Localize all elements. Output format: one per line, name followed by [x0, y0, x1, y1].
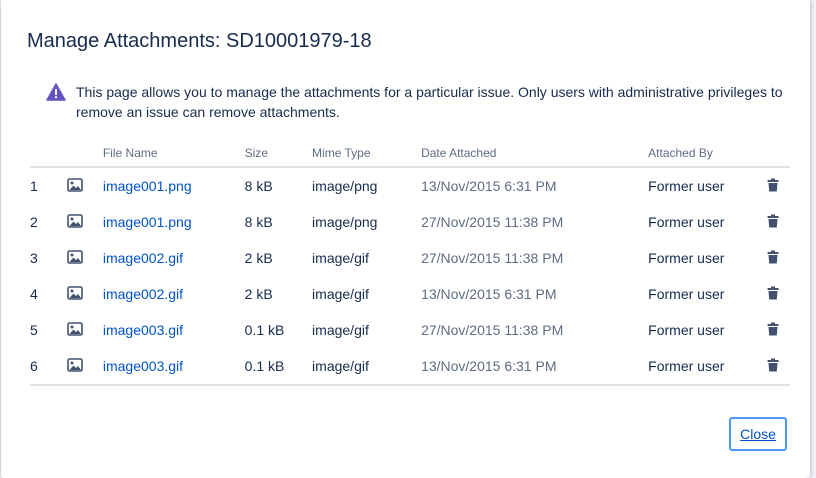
- header-index: [30, 140, 68, 168]
- header-date-attached: Date Attached: [421, 140, 649, 168]
- row-index: 4: [30, 286, 38, 302]
- date-text: 27/Nov/2015 11:38 PM: [421, 214, 564, 230]
- row-file-name-cell: image002.gif: [103, 276, 245, 312]
- row-mime-type: image/png: [312, 214, 378, 230]
- row-mime-type: image/gif: [312, 286, 369, 302]
- row-date-attached: 27/Nov/2015 11:38 PM: [421, 204, 648, 240]
- row-attached-by: Former user: [648, 348, 768, 386]
- row-size: 0.1 kB: [244, 348, 313, 386]
- close-button[interactable]: Close: [729, 417, 787, 451]
- dialog-title: Manage Attachments: SD10001979-18: [27, 30, 372, 52]
- info-notice: This page allows you to manage the attac…: [46, 82, 786, 122]
- date-text: 13/Nov/2015 6:31 PM: [421, 358, 557, 374]
- header-delete: [767, 140, 790, 168]
- row-thumbnail-cell: [67, 312, 103, 348]
- attachment-file-link[interactable]: image002.gif: [103, 250, 183, 266]
- row-date-attached: 13/Nov/2015 6:31 PM: [421, 276, 648, 312]
- row-attached-by: Former user: [648, 178, 725, 194]
- table-row: 6 image003.gif 0.1 kB image/gif 13/Nov/2…: [30, 348, 790, 386]
- row-file-name-cell: image003.gif: [102, 348, 245, 386]
- table-row: 3 image002.gif 2 kB image/gif 27/Nov/201…: [30, 240, 790, 276]
- row-mime-type: image/gif: [312, 348, 422, 386]
- trash-icon[interactable]: [767, 322, 779, 339]
- row-date-attached: 27/Nov/2015 11:38 PM: [421, 240, 648, 276]
- row-index: 6: [30, 348, 68, 386]
- row-file-name-cell: image001.png: [103, 204, 245, 240]
- header-thumbnail: [67, 140, 103, 168]
- manage-attachments-dialog: Manage Attachments: SD10001979-18 This p…: [1, 0, 810, 478]
- date-text: 13/Nov/2015 6:31 PM: [421, 286, 557, 302]
- row-delete-cell: [767, 348, 790, 386]
- date-text: 27/Nov/2015 11:38 PM: [421, 322, 564, 338]
- attachment-file-link[interactable]: image001.png: [103, 178, 192, 194]
- attachment-file-link[interactable]: image003.gif: [103, 322, 183, 338]
- row-file-name-cell: image003.gif: [103, 312, 245, 348]
- row-mime-type: image/gif: [312, 250, 369, 266]
- row-attached-by: Former user: [648, 322, 725, 338]
- row-file-name-cell: image001.png: [103, 167, 245, 204]
- row-thumbnail-cell: [67, 204, 103, 240]
- image-file-icon: [67, 178, 84, 195]
- trash-icon[interactable]: [767, 286, 779, 303]
- warning-triangle-icon: [46, 83, 66, 101]
- attachment-file-link[interactable]: image003.gif: [103, 358, 183, 374]
- row-delete-cell: [767, 167, 790, 204]
- row-index: 5: [30, 322, 38, 338]
- trash-icon[interactable]: [767, 214, 779, 231]
- table-row: 4 image002.gif 2 kB image/gif 13/Nov/201…: [30, 276, 790, 312]
- notice-text: This page allows you to manage the attac…: [76, 84, 783, 120]
- trash-icon[interactable]: [767, 250, 779, 267]
- row-delete-cell: [767, 276, 790, 312]
- row-attached-by: Former user: [648, 214, 725, 230]
- row-index: 2: [30, 214, 38, 230]
- header-file-name: File Name: [102, 140, 245, 168]
- image-file-icon: [67, 322, 84, 339]
- row-thumbnail-cell: [67, 240, 103, 276]
- image-file-icon: [67, 358, 84, 375]
- table-row: 2 image001.png 8 kB image/png 27/Nov/201…: [30, 204, 790, 240]
- header-mime-type: Mime Type: [312, 140, 422, 168]
- attachment-file-link[interactable]: image002.gif: [103, 286, 183, 302]
- row-date-attached: 13/Nov/2015 6:31 PM: [421, 348, 649, 386]
- trash-icon[interactable]: [767, 358, 779, 375]
- row-index: 3: [30, 250, 38, 266]
- attachments-table: File Name Size Mime Type Date Attached A…: [30, 140, 790, 386]
- date-text: 13/Nov/2015 6:31 PM: [421, 178, 557, 194]
- trash-icon[interactable]: [767, 178, 779, 195]
- row-size: 8 kB: [244, 178, 273, 194]
- row-index: 1: [30, 178, 38, 194]
- row-size: 0.1 kB: [244, 322, 285, 338]
- row-size: 8 kB: [244, 214, 273, 230]
- row-mime-type: image/gif: [312, 322, 369, 338]
- row-mime-type: image/png: [312, 178, 378, 194]
- row-date-attached: 27/Nov/2015 11:38 PM: [421, 312, 648, 348]
- date-text: 27/Nov/2015 11:38 PM: [421, 250, 564, 266]
- attachment-file-link[interactable]: image001.png: [103, 214, 192, 230]
- image-file-icon: [67, 286, 84, 303]
- row-attached-by: Former user: [648, 286, 725, 302]
- row-attached-by: Former user: [648, 250, 725, 266]
- row-thumbnail-cell: [67, 276, 103, 312]
- row-size: 2 kB: [244, 250, 273, 266]
- image-file-icon: [67, 250, 84, 267]
- header-attached-by: Attached By: [648, 140, 768, 168]
- row-thumbnail-cell: [67, 167, 103, 204]
- row-delete-cell: [767, 312, 790, 348]
- row-delete-cell: [767, 240, 790, 276]
- image-file-icon: [67, 214, 84, 231]
- header-size: Size: [244, 140, 313, 168]
- row-thumbnail-cell: [67, 348, 103, 386]
- table-row: 5 image003.gif 0.1 kB image/gif 27/Nov/2…: [30, 312, 790, 348]
- row-date-attached: 13/Nov/2015 6:31 PM: [421, 167, 648, 204]
- table-row: 1 image001.png 8 kB image/png 13/Nov/201…: [30, 167, 790, 204]
- row-delete-cell: [767, 204, 790, 240]
- table-header-row: File Name Size Mime Type Date Attached A…: [30, 140, 790, 168]
- attachments-table-body: 1 image001.png 8 kB image/png 13/Nov/201…: [30, 167, 790, 386]
- row-file-name-cell: image002.gif: [103, 240, 245, 276]
- row-size: 2 kB: [244, 286, 273, 302]
